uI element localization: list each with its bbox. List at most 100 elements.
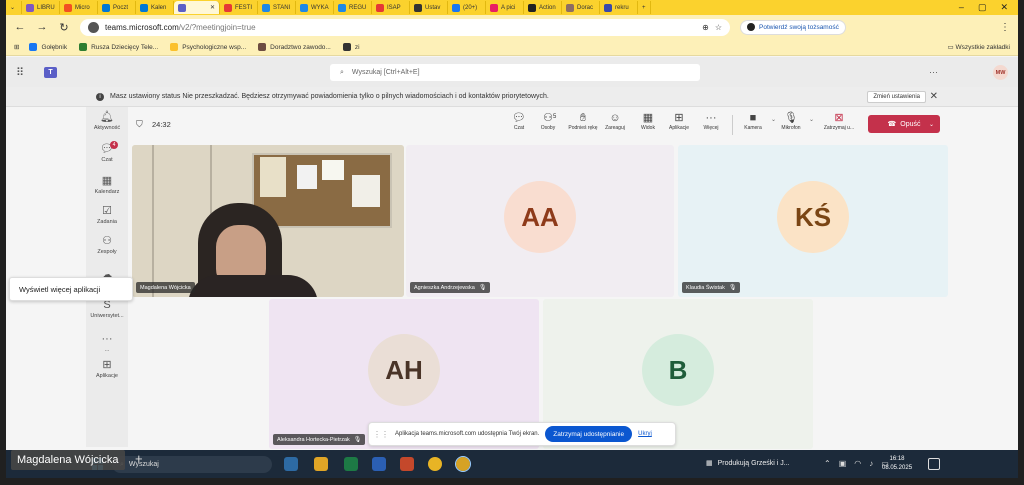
teams-search-input[interactable]: ⌕ Wyszukaj [Ctrl+Alt+E] [330,64,700,81]
notification-icon[interactable] [928,458,940,470]
rail-item[interactable]: ▦ Kalendarz [86,175,128,195]
display-icon[interactable]: ▣ [839,459,847,468]
tab-list-button[interactable]: ⌄ [6,1,22,14]
word-icon[interactable] [372,457,386,471]
rail-item[interactable]: ···... [86,333,128,353]
site-info-icon[interactable] [88,21,99,33]
bookmark-star-icon[interactable]: ☆ [715,23,722,32]
app-launcher-icon[interactable]: ⠿ [16,66,36,79]
bookmark-item[interactable]: Gołębnik [29,43,67,51]
drag-handle-icon[interactable]: ⋮⋮ [373,430,389,439]
browser-tab[interactable]: (20+) [448,1,486,14]
clock[interactable]: 16:18 08.05.2025 [882,455,912,473]
browser-tab[interactable]: ✕ [174,1,220,14]
add-icon[interactable]: + [135,451,143,466]
url-text: teams.microsoft.com/v2/?meetingjoin=true [105,22,256,32]
excel-icon[interactable] [344,457,358,471]
back-icon[interactable]: ← [14,21,26,33]
chevron-down-icon[interactable]: ⌄ [929,121,934,128]
teams-header: ⠿ T ⌕ Wyszukaj [Ctrl+Alt+E] ··· MW [6,57,1018,87]
reload-icon[interactable]: ↻ [58,21,70,34]
browser-tab[interactable]: Action [524,1,562,14]
chrome-active-icon[interactable] [455,456,471,472]
browser-tab[interactable]: LIBRU [22,1,60,14]
stop-sharing-button[interactable]: Zatrzymaj udostępnianie [545,426,633,442]
browser-tab[interactable]: FESTI [220,1,258,14]
browser-menu-icon[interactable]: ⋮ [1000,22,1010,33]
minimize-icon[interactable]: – [959,2,964,13]
tab-favicon-icon [224,3,232,12]
running-task[interactable]: ▦ Produkują Grześki i J... [706,459,790,468]
close-tab-icon[interactable]: ✕ [210,4,215,11]
tab-favicon-icon [140,3,148,12]
participant-tile[interactable]: Magdalena Wójcicka [132,145,404,297]
forward-icon[interactable]: → [36,21,48,33]
tab-label: Kalen [151,4,167,11]
bookmark-item[interactable]: zi [342,43,360,51]
bookmark-item[interactable]: Psychologiczne wsp... [170,43,246,51]
meeting-control-button[interactable]: 🎙︎ Mikrofon ⌄ [776,111,814,131]
url-field[interactable]: teams.microsoft.com/v2/?meetingjoin=true… [80,18,730,36]
close-window-icon[interactable]: ✕ [1000,2,1008,13]
address-bar: ← → ↻ teams.microsoft.com/v2/?meetingjoi… [6,15,1018,39]
teams-logo: T [44,66,57,78]
browser-tab[interactable]: Micro [60,1,98,14]
meeting-control-button[interactable]: ✋︎ Podnieś rękę [568,111,598,131]
rail-item[interactable]: ⊞ Aplikacje [86,359,128,379]
new-tab-button[interactable]: + [638,1,651,14]
browser-tab[interactable]: Kalen [136,1,174,14]
participant-tile[interactable]: AA Agnieszka Andrzejewska 🎙︎ [406,145,674,297]
rail-item[interactable]: S Uniwersytet... [86,299,128,319]
wifi-icon[interactable]: ◠ [854,459,861,468]
participant-initials-avatar: KŚ [777,181,849,253]
zoom-icon[interactable]: ⊕ [702,23,709,32]
browser-tab[interactable]: Ustav [410,1,448,14]
meeting-control-button[interactable]: ⊠ Zatrzymaj u... [820,111,858,131]
hide-link[interactable]: Ukryj [638,431,652,437]
volume-icon[interactable]: ♪ [869,459,873,468]
meeting-control-button[interactable]: 💬︎ Czat [504,111,534,131]
browser-tab[interactable]: REGU [334,1,372,14]
rail-item[interactable]: 🔔︎ Aktywność [86,111,128,131]
tab-label: A pici [501,4,516,11]
rail-item[interactable]: 💬︎ 4 Czat [86,141,128,163]
all-bookmarks-button[interactable]: ▭ Wszystkie zakładki [948,43,1011,51]
meeting-control-button[interactable]: ⊞ Aplikacje [664,111,694,131]
rail-item-label: Uniwersytet... [90,313,124,319]
browser-tab[interactable]: STANI [258,1,296,14]
maximize-icon[interactable]: ▢ [978,2,987,13]
rail-item[interactable]: ⚇ Zespoły [86,235,128,255]
meeting-control-button[interactable]: ▦ Widok [633,111,663,131]
change-settings-button[interactable]: Zmień ustawienia [867,91,926,103]
close-icon[interactable]: ✕ [930,91,938,102]
browser-tab[interactable]: A pici [486,1,524,14]
meeting-control-button[interactable]: ■ Kamera ⌄ [738,111,776,131]
more-icon: ··· [705,112,717,124]
bookmark-item[interactable]: Doradztwo zawodo... [258,43,331,51]
meeting-control-button[interactable]: ☺ Zareaguj [600,111,630,131]
tab-favicon-icon [604,3,612,12]
powerpoint-icon[interactable] [400,457,414,471]
browser-tab[interactable]: Poczt [98,1,136,14]
browser-tab[interactable]: Dorac [562,1,600,14]
chevron-up-icon[interactable]: ⌃ [824,459,831,468]
rail-item[interactable]: ☑ Zadania [86,205,128,225]
browser-tab[interactable]: ISAP [372,1,410,14]
file-explorer-icon[interactable] [314,457,328,471]
bell-icon: 🔔︎ [100,111,114,123]
chevron-down-icon[interactable]: ⌄ [809,116,814,123]
participant-tile[interactable]: KŚ Klaudia Świstak 🎙︎ [678,145,948,297]
chrome-icon[interactable] [428,457,442,471]
toolbar-divider [732,115,733,135]
edge-app-icon[interactable] [284,457,298,471]
leave-button[interactable]: ☎ Opuść ⌄ [868,115,940,133]
bookmark-item[interactable]: Rusza Dziecięcy Tele... [79,43,158,51]
avatar[interactable]: MW [993,65,1008,80]
browser-tab[interactable]: rekru [600,1,638,14]
verify-identity-button[interactable]: Potwierdź swoją tożsamość [740,19,846,35]
settings-more-icon[interactable]: ··· [929,67,938,77]
apps-grid-icon[interactable]: ⊞ [14,43,19,51]
meeting-control-button[interactable]: ⚇ 5 Osoby [533,111,563,131]
meeting-control-button[interactable]: ··· Więcej [696,111,726,131]
browser-tab[interactable]: WYKA [296,1,334,14]
